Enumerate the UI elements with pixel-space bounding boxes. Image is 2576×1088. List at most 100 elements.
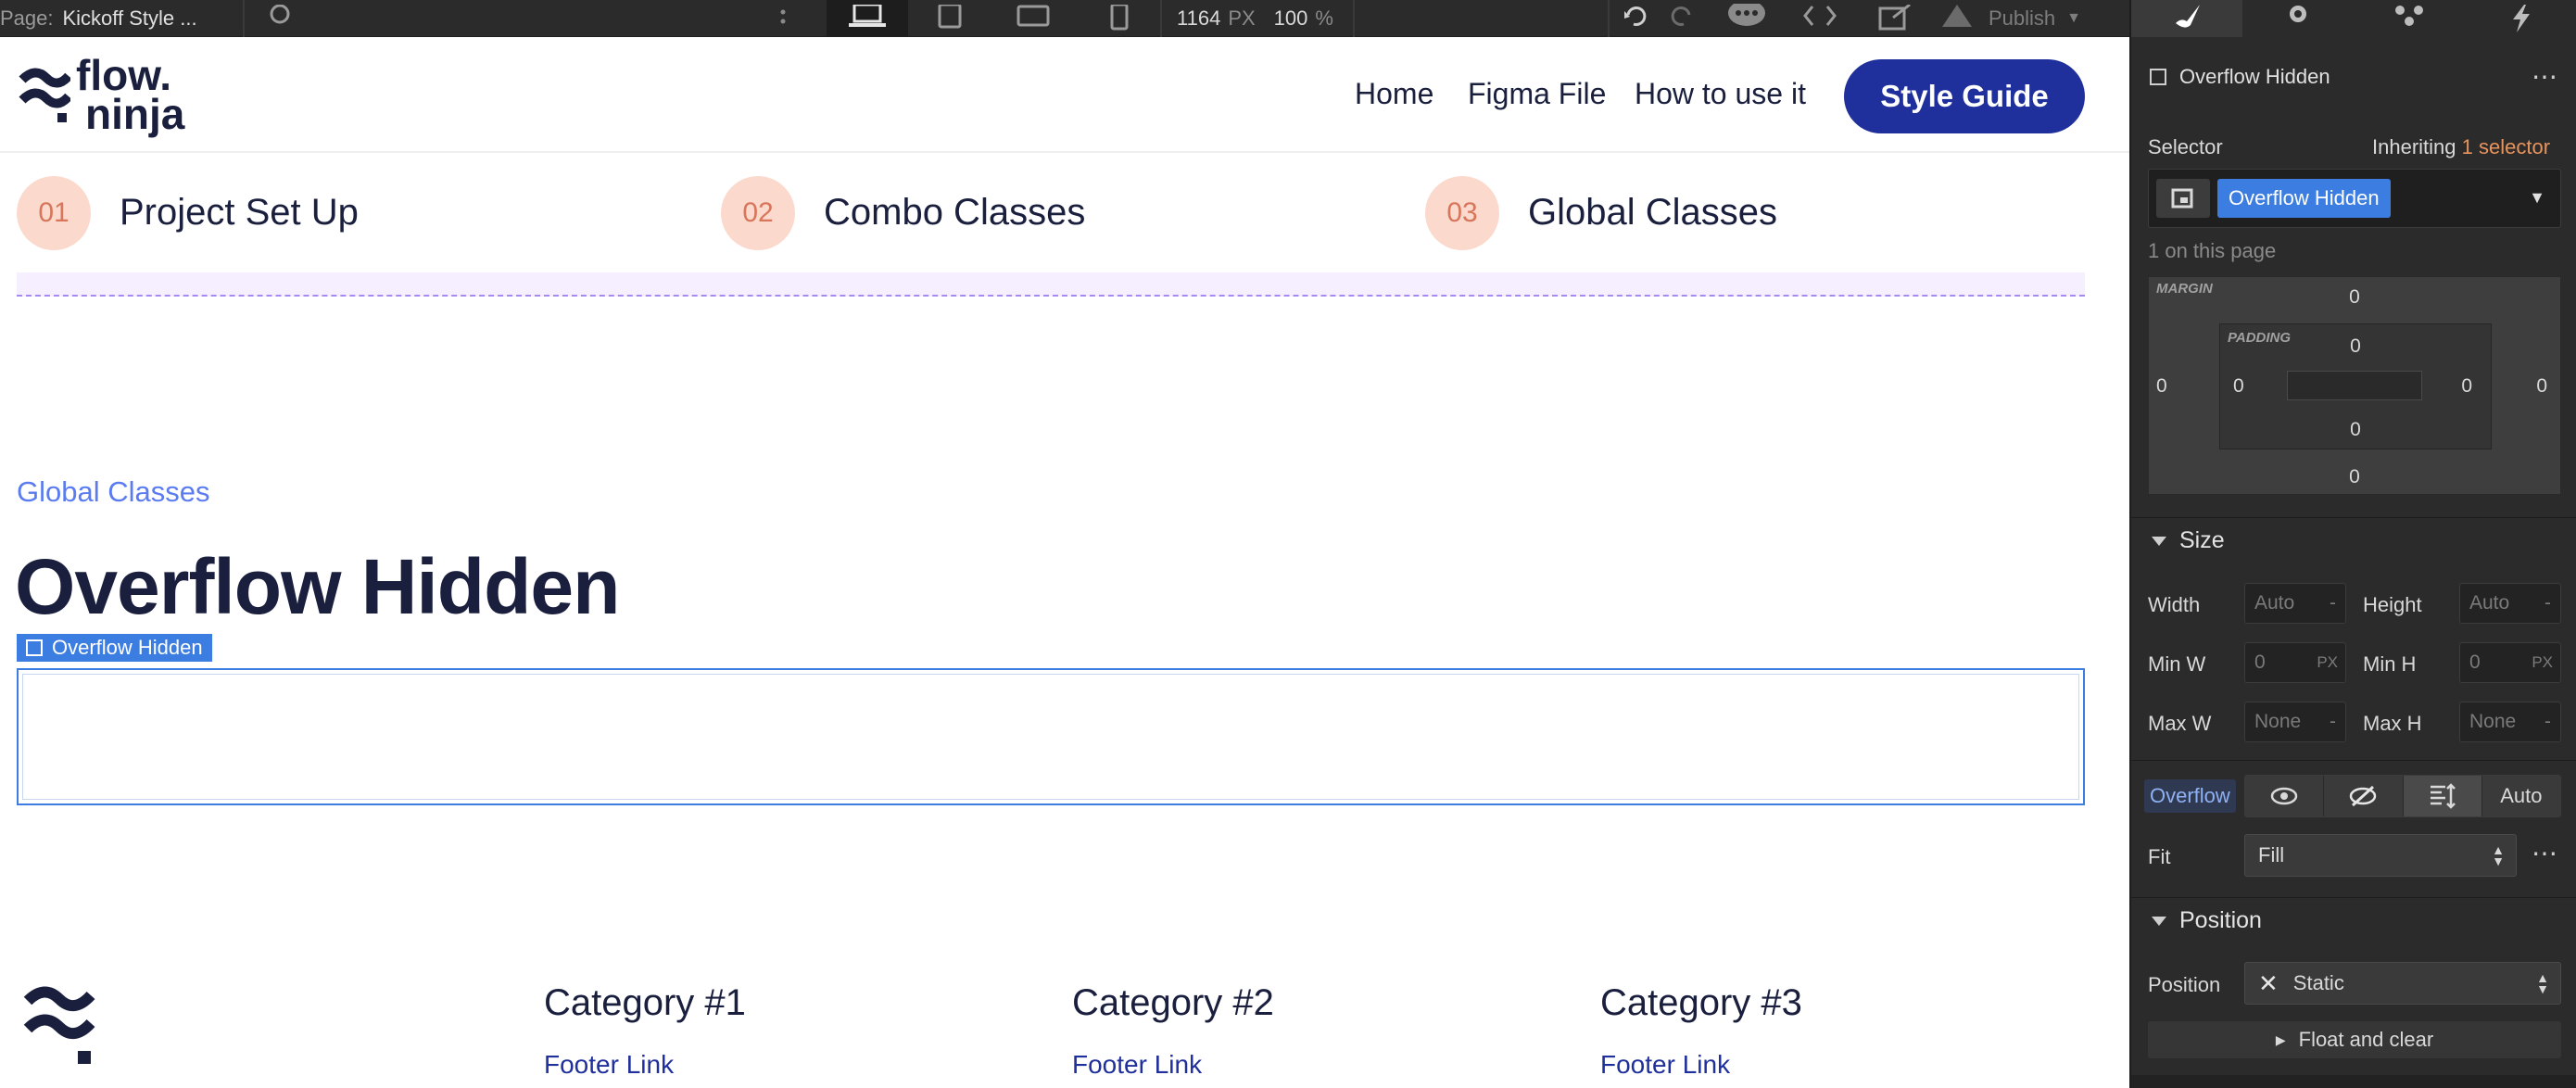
tab-style[interactable] <box>2131 0 2242 37</box>
more-breakpoints-icon[interactable] <box>769 0 797 37</box>
selected-element-name: Overflow Hidden <box>52 636 203 659</box>
margin-bottom-value[interactable]: 0 <box>2149 466 2560 488</box>
max-width-label: Max W <box>2148 712 2212 735</box>
padding-top-value[interactable]: 0 <box>2220 335 2491 358</box>
margin-top-value[interactable]: 0 <box>2149 286 2560 309</box>
overflow-hidden-button[interactable] <box>2324 776 2404 816</box>
desktop-breakpoint-icon[interactable] <box>827 0 908 37</box>
comments-icon[interactable] <box>1716 0 1777 37</box>
fit-more-options-icon[interactable]: ⋯ <box>2532 838 2557 868</box>
footer-link-3[interactable]: Footer Link <box>1600 1050 1730 1080</box>
chevron-down-icon[interactable]: ▼ <box>2529 188 2545 208</box>
max-height-input[interactable]: None - <box>2459 702 2561 742</box>
designer-canvas[interactable]: flow. ninja Home Figma File How to use i… <box>0 37 2129 1088</box>
min-height-input[interactable]: 0 PX <box>2459 642 2561 683</box>
overflow-visible-button[interactable] <box>2245 776 2325 816</box>
canvas-width-unit: PX <box>1228 6 1256 30</box>
flow-ninja-logo-icon <box>19 68 70 122</box>
max-width-unit: - <box>2330 711 2336 732</box>
scroll-icon <box>2430 783 2456 809</box>
max-height-unit: - <box>2544 711 2551 732</box>
height-label: Height <box>2363 593 2422 616</box>
undo-icon[interactable] <box>1612 0 1659 37</box>
footer-link-1[interactable]: Footer Link <box>544 1050 674 1080</box>
section-eyebrow: Global Classes <box>17 475 210 508</box>
logo-word-flow: flow. <box>76 51 172 99</box>
hovered-element-outline <box>17 272 2085 297</box>
min-height-unit: PX <box>2532 653 2553 671</box>
panel-element-name: Overflow Hidden <box>2179 65 2330 88</box>
redo-icon[interactable] <box>1659 0 1705 37</box>
lightning-icon <box>2513 5 2530 32</box>
position-section-title: Position <box>2179 907 2262 933</box>
select-arrows-icon: ▲ ▼ <box>2536 970 2549 996</box>
mobile-portrait-breakpoint-icon[interactable] <box>1082 0 1156 37</box>
overflow-scroll-button[interactable] <box>2403 776 2482 816</box>
select-arrows-icon: ▲ ▼ <box>2492 842 2505 868</box>
selected-overflow-hidden-div[interactable] <box>17 668 2085 805</box>
tab-interactions[interactable] <box>2354 0 2465 37</box>
selector-tag-icon[interactable] <box>2156 179 2210 218</box>
page-selector[interactable]: Page: Kickoff Style ... <box>0 0 197 37</box>
tab-settings[interactable] <box>2242 0 2354 37</box>
margin-box[interactable]: MARGIN 0 0 0 0 PADDING 0 0 0 0 <box>2148 276 2561 495</box>
element-box-icon <box>26 639 43 656</box>
overflow-auto-button[interactable]: Auto <box>2481 776 2560 816</box>
nav-link-home[interactable]: Home <box>1355 77 1433 111</box>
share-icon[interactable] <box>1863 0 1927 37</box>
step-label-project-set-up[interactable]: Project Set Up <box>120 192 359 234</box>
tab-lightning[interactable] <box>2465 0 2576 37</box>
footer-category-2: Category #2 <box>1072 982 1274 1023</box>
padding-box[interactable]: PADDING 0 0 0 0 <box>2219 323 2492 449</box>
preview-eye-icon[interactable] <box>259 0 300 37</box>
code-export-icon[interactable] <box>1790 0 1850 37</box>
max-height-value: None <box>2469 711 2517 732</box>
nav-link-how-to-use[interactable]: How to use it <box>1635 77 1806 111</box>
style-panel: Overflow Hidden ⋯ Selector Inheriting 1 … <box>2129 0 2576 1088</box>
position-select[interactable]: ✕ Static ▲ ▼ <box>2244 962 2561 1005</box>
selector-chip[interactable]: Overflow Hidden <box>2217 179 2391 218</box>
footer-link-2[interactable]: Footer Link <box>1072 1050 1202 1080</box>
min-width-label: Min W <box>2148 652 2206 676</box>
padding-bottom-value[interactable]: 0 <box>2220 419 2491 441</box>
fit-select[interactable]: Fill ▲ ▼ <box>2244 834 2517 877</box>
size-section-header[interactable]: Size <box>2131 517 2576 563</box>
chevron-down-icon: ▼ <box>2066 10 2081 26</box>
padding-left-value[interactable]: 0 <box>2233 375 2244 398</box>
step-label-combo-classes[interactable]: Combo Classes <box>824 192 1085 234</box>
close-icon: ✕ <box>2258 968 2279 997</box>
footer-category-1: Category #1 <box>544 982 746 1023</box>
publish-button[interactable]: Publish ▼ <box>1938 0 2081 37</box>
canvas-size-readout[interactable]: 1164 PX 100 % <box>1177 0 1333 37</box>
max-width-input[interactable]: None - <box>2244 702 2346 742</box>
overflow-segmented-control: Auto <box>2244 775 2561 817</box>
height-input[interactable]: Auto - <box>2459 583 2561 624</box>
selected-element-tag[interactable]: Overflow Hidden <box>17 634 212 662</box>
margin-left-value[interactable]: 0 <box>2156 375 2167 398</box>
more-options-icon[interactable]: ⋯ <box>2532 61 2558 92</box>
inheriting-count-link[interactable]: 1 selector <box>2462 135 2550 158</box>
position-section-header[interactable]: Position <box>2131 897 2576 943</box>
step-number-03: 03 <box>1425 176 1499 250</box>
float-and-clear-toggle[interactable]: ▶ Float and clear <box>2148 1021 2561 1058</box>
width-label: Width <box>2148 593 2201 616</box>
site-logo[interactable]: flow. ninja <box>19 51 232 139</box>
position-label: Position <box>2148 973 2221 996</box>
nav-link-figma-file[interactable]: Figma File <box>1468 77 1606 111</box>
publish-rocket-icon <box>1942 5 1972 27</box>
width-input[interactable]: Auto - <box>2244 583 2346 624</box>
footer-logo-icon <box>23 986 95 1064</box>
inheriting-prefix: Inheriting <box>2372 135 2456 158</box>
tablet-breakpoint-icon[interactable] <box>913 0 987 37</box>
width-unit: - <box>2330 592 2336 614</box>
margin-right-value[interactable]: 0 <box>2536 375 2547 398</box>
page-prefix: Page: <box>0 6 54 30</box>
min-width-input[interactable]: 0 PX <box>2244 642 2346 683</box>
mobile-landscape-breakpoint-icon[interactable] <box>996 0 1070 37</box>
step-label-global-classes[interactable]: Global Classes <box>1528 192 1777 234</box>
padding-right-value[interactable]: 0 <box>2461 375 2472 398</box>
header-divider <box>0 151 2129 153</box>
style-guide-button[interactable]: Style Guide <box>1844 59 2085 133</box>
eye-slash-icon <box>2350 785 2377 807</box>
selector-field[interactable]: Overflow Hidden ▼ <box>2148 169 2561 228</box>
